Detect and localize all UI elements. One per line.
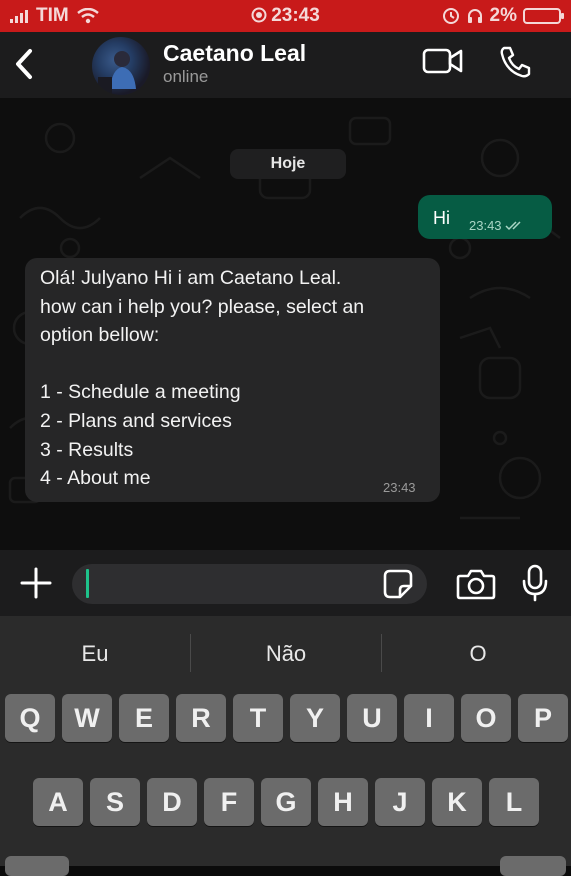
incoming-message-text: Olá! Julyano Hi i am Caetano Leal. how c… xyxy=(40,264,364,493)
date-divider: Hoje xyxy=(230,149,346,179)
key-d[interactable]: D xyxy=(147,778,197,826)
key-j[interactable]: J xyxy=(375,778,425,826)
status-right: 2% xyxy=(442,5,564,27)
key-i[interactable]: I xyxy=(404,694,454,742)
message-line: Olá! Julyano Hi i am Caetano Leal. xyxy=(40,267,342,289)
outgoing-message-text: Hi xyxy=(433,208,450,228)
message-line: option bellow: xyxy=(40,324,160,347)
battery-percent: 2% xyxy=(489,5,517,26)
key-e[interactable]: E xyxy=(119,694,169,742)
key-h[interactable]: H xyxy=(318,778,368,826)
key-s[interactable]: S xyxy=(90,778,140,826)
headphones-icon xyxy=(467,9,482,23)
key-u[interactable]: U xyxy=(347,694,397,742)
clock: 23:43 xyxy=(271,5,320,26)
video-call-icon[interactable] xyxy=(422,44,464,78)
message-input[interactable] xyxy=(72,564,427,604)
record-icon xyxy=(251,7,267,23)
contact-status: online xyxy=(163,67,209,86)
shift-key[interactable] xyxy=(5,856,69,876)
key-g[interactable]: G xyxy=(261,778,311,826)
key-t[interactable]: T xyxy=(233,694,283,742)
suggestion-divider xyxy=(190,634,191,672)
key-a[interactable]: A xyxy=(33,778,83,826)
suggestion-3[interactable]: O xyxy=(418,641,538,667)
message-line: 3 - Results xyxy=(40,438,134,461)
message-line: 4 - About me xyxy=(40,467,151,490)
incoming-message-time: 23:43 xyxy=(383,480,416,495)
sticker-icon[interactable] xyxy=(382,568,414,600)
suggestion-divider xyxy=(381,634,382,672)
outgoing-time-label: 23:43 xyxy=(469,218,502,233)
text-cursor xyxy=(86,569,89,598)
alarm-icon xyxy=(442,8,459,24)
key-r[interactable]: R xyxy=(176,694,226,742)
key-q[interactable]: Q xyxy=(5,694,55,742)
contact-name[interactable]: Caetano Leal xyxy=(163,40,306,67)
message-line: 1 - Schedule a meeting xyxy=(40,381,241,404)
battery-icon xyxy=(523,8,564,24)
backspace-key[interactable] xyxy=(500,856,566,876)
message-line: 2 - Plans and services xyxy=(40,409,232,432)
key-w[interactable]: W xyxy=(62,694,112,742)
key-k[interactable]: K xyxy=(432,778,482,826)
microphone-icon[interactable] xyxy=(521,564,549,602)
key-o[interactable]: O xyxy=(461,694,511,742)
key-p[interactable]: P xyxy=(518,694,568,742)
key-l[interactable]: L xyxy=(489,778,539,826)
suggestion-1[interactable]: Eu xyxy=(35,641,155,667)
key-y[interactable]: Y xyxy=(290,694,340,742)
suggestion-2[interactable]: Não xyxy=(226,641,346,667)
read-check-icon xyxy=(505,221,521,231)
message-line: how can i help you? please, select an xyxy=(40,295,365,318)
contact-avatar[interactable] xyxy=(92,37,150,95)
plus-icon[interactable] xyxy=(20,567,52,599)
key-f[interactable]: F xyxy=(204,778,254,826)
outgoing-message-time: 23:43 xyxy=(469,218,525,233)
avatar-image-icon xyxy=(98,51,136,95)
back-arrow-icon[interactable] xyxy=(10,46,40,82)
message-line xyxy=(40,350,364,379)
voice-call-icon[interactable] xyxy=(498,44,532,80)
camera-icon[interactable] xyxy=(456,567,496,601)
